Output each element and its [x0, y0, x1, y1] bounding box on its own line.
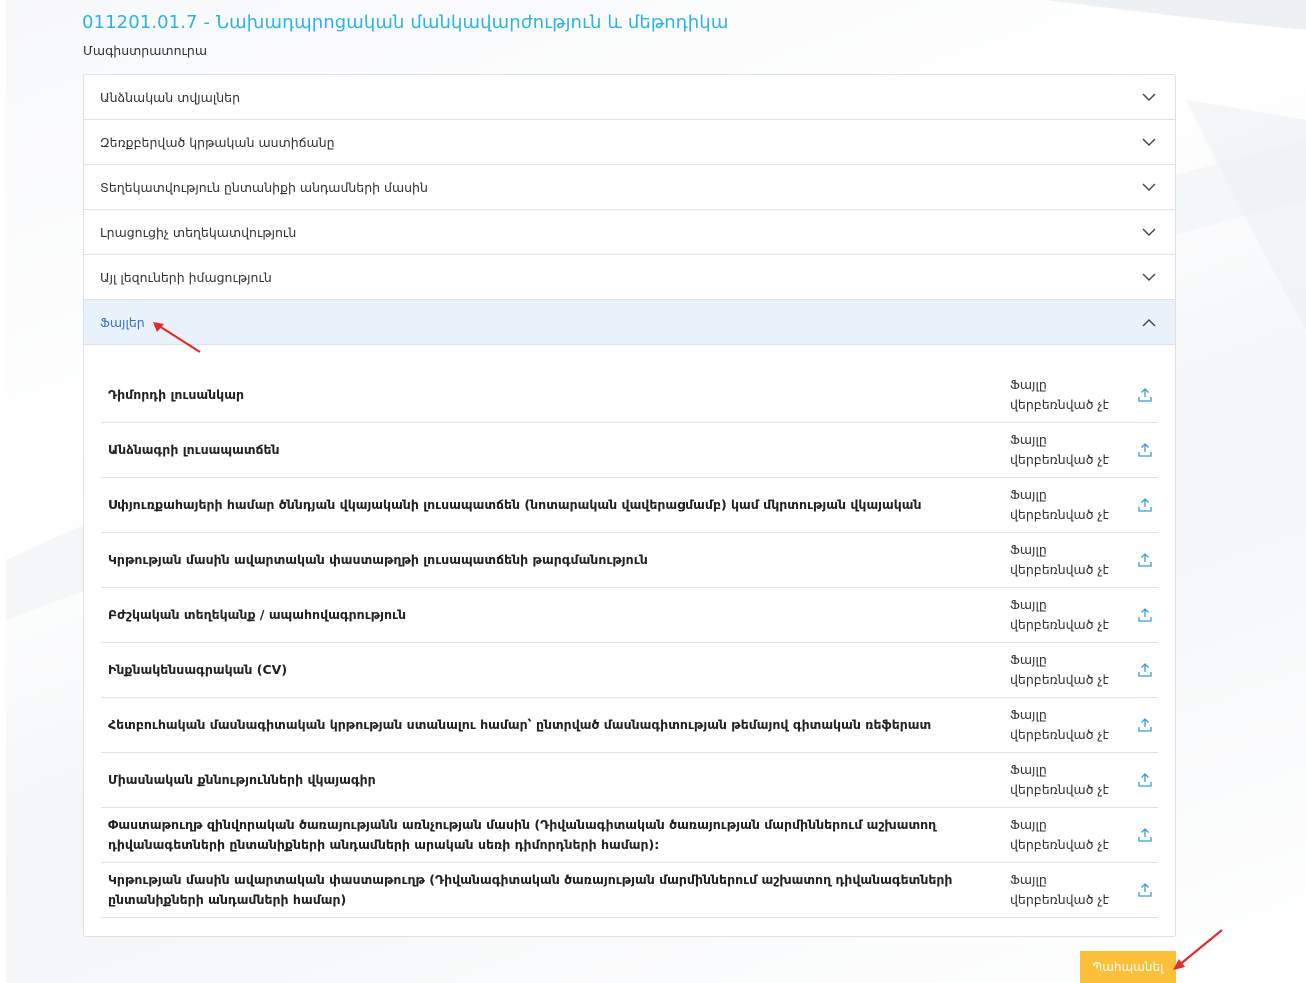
chevron-down-icon	[1141, 89, 1157, 105]
section-label: Լրացուցիչ տեղեկատվություն	[100, 224, 297, 240]
chevron-down-icon	[1141, 179, 1157, 195]
file-row: Փաստաթուղթ զինվորական ծառայությանն առնչո…	[101, 808, 1158, 863]
file-name: Փաստաթուղթ զինվորական ծառայությանն առնչո…	[108, 817, 937, 852]
section-family-info[interactable]: Տեղեկատվություն ընտանիքի անդամների մասին	[84, 165, 1175, 210]
file-row: Կրթության մասին ավարտական փաստաթղթի լուս…	[101, 533, 1158, 588]
file-row: Բժշկական տեղեկանք / ապահովագրություն Ֆայ…	[101, 588, 1158, 643]
chevron-up-icon	[1141, 314, 1157, 330]
section-languages[interactable]: Այլ լեզուների իմացություն	[84, 255, 1175, 300]
section-education-level[interactable]: Զեռքբերված կրթական աստիճանը	[84, 120, 1175, 165]
file-status: Ֆայլը վերբեռնված չէ	[1010, 542, 1109, 577]
chevron-down-icon	[1141, 134, 1157, 150]
file-row: Միասնական քննությունների վկայագիր Ֆայլը վ…	[101, 753, 1158, 808]
section-files[interactable]: Ֆայլեր	[84, 300, 1175, 345]
file-row: Սփյուռքահայերի համար ծննդյան վկայականի լ…	[101, 478, 1158, 533]
file-status: Ֆայլը վերբեռնված չէ	[1010, 707, 1109, 742]
upload-icon[interactable]	[1136, 661, 1154, 679]
section-label: Տեղեկատվություն ընտանիքի անդամների մասին	[100, 179, 428, 195]
upload-icon[interactable]	[1136, 826, 1154, 844]
file-row: Ինքնակենսագրական (CV) Ֆայլը վերբեռնված չէ	[101, 643, 1158, 698]
file-name: Կրթության մասին ավարտական փաստաթղթի լուս…	[108, 552, 648, 567]
file-status: Ֆայլը վերբեռնված չէ	[1010, 377, 1109, 412]
file-name: Կրթության մասին ավարտական փաստաթուղթ (Դի…	[108, 872, 953, 907]
file-name: Բժշկական տեղեկանք / ապահովագրություն	[108, 607, 407, 622]
file-name: Սփյուռքահայերի համար ծննդյան վկայականի լ…	[108, 497, 922, 512]
upload-icon[interactable]	[1136, 386, 1154, 404]
file-name: Անձնագրի լուսապատճեն	[108, 442, 280, 457]
file-row: Դիմորդի լուսանկար Ֆայլը վերբեռնված չէ	[101, 368, 1158, 423]
chevron-down-icon	[1141, 269, 1157, 285]
upload-icon[interactable]	[1136, 441, 1154, 459]
file-status: Ֆայլը վերբեռնված չէ	[1010, 652, 1109, 687]
file-name: Ինքնակենսագրական (CV)	[108, 662, 288, 677]
file-status: Ֆայլը վերբեռնված չէ	[1010, 432, 1109, 467]
files-list: Դիմորդի լուսանկար Ֆայլը վերբեռնված չէ Անձ…	[84, 345, 1175, 918]
page-subtitle: Մագիստրատուրա	[83, 43, 208, 58]
file-row: Անձնագրի լուսապատճեն Ֆայլը վերբեռնված չէ	[101, 423, 1158, 478]
file-status: Ֆայլը վերբեռնված չէ	[1010, 872, 1109, 907]
section-label: Ֆայլեր	[100, 314, 145, 330]
file-row: Կրթության մասին ավարտական փաստաթուղթ (Դի…	[101, 863, 1158, 918]
upload-icon[interactable]	[1136, 771, 1154, 789]
upload-icon[interactable]	[1136, 551, 1154, 569]
section-additional-info[interactable]: Լրացուցիչ տեղեկատվություն	[84, 210, 1175, 255]
application-accordion: Անձնական տվյալներ Զեռքբերված կրթական աստ…	[83, 74, 1176, 937]
file-row: Հետբուհական մասնագիտական կրթության ստանա…	[101, 698, 1158, 753]
section-label: Այլ լեզուների իմացություն	[100, 269, 272, 285]
file-status: Ֆայլը վերբեռնված չէ	[1010, 762, 1109, 797]
section-label: Զեռքբերված կրթական աստիճանը	[100, 134, 335, 150]
page-title: 011201.01.7 - Նախադպրոցական մանկավարժութ…	[82, 12, 729, 33]
file-name: Դիմորդի լուսանկար	[108, 387, 244, 402]
upload-icon[interactable]	[1136, 716, 1154, 734]
section-personal-data[interactable]: Անձնական տվյալներ	[84, 75, 1175, 120]
file-name: Միասնական քննությունների վկայագիր	[108, 772, 376, 787]
section-label: Անձնական տվյալներ	[100, 89, 241, 105]
save-button[interactable]: Պահպանել	[1080, 951, 1176, 983]
chevron-down-icon	[1141, 224, 1157, 240]
upload-icon[interactable]	[1136, 606, 1154, 624]
file-name: Հետբուհական մասնագիտական կրթության ստանա…	[108, 717, 932, 732]
file-status: Ֆայլը վերբեռնված չէ	[1010, 817, 1109, 852]
file-status: Ֆայլը վերբեռնված չէ	[1010, 597, 1109, 632]
upload-icon[interactable]	[1136, 496, 1154, 514]
file-status: Ֆայլը վերբեռնված չէ	[1010, 487, 1109, 522]
upload-icon[interactable]	[1136, 881, 1154, 899]
